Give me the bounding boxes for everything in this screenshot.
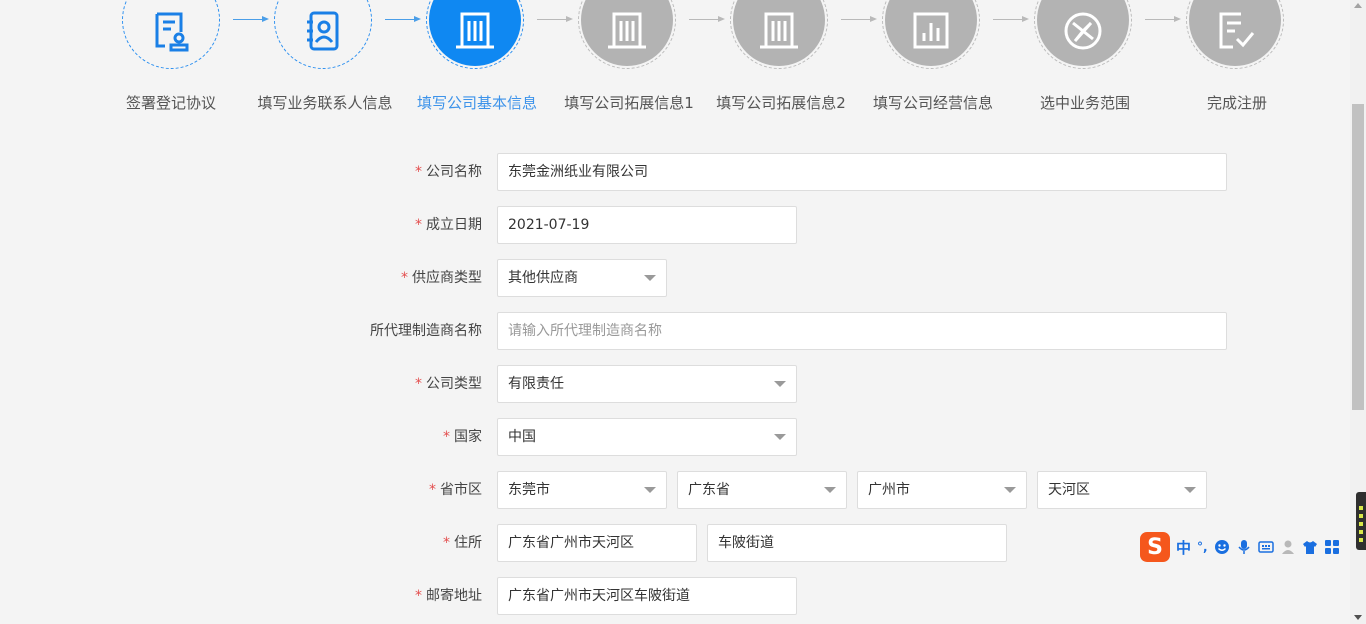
company-name-input[interactable]: 东莞金洲纸业有限公司 [497,153,1227,191]
chevron-down-icon [824,487,836,493]
country-value: 中国 [508,429,536,445]
building-icon [760,12,798,49]
step-4-label: 填写公司拓展信息1 [564,94,694,112]
step-1-label: 签署登记协议 [125,94,216,112]
supplier-type-label: * 供应商类型 [401,270,482,286]
compass-icon [1064,12,1102,50]
chevron-down-icon [644,487,656,493]
step-arrow-icon [233,16,269,22]
step-8-label: 完成注册 [1206,94,1267,112]
user-icon[interactable] [1280,539,1296,555]
building-icon [456,12,494,49]
registration-stepper: 签署登记协议 填写业务联系人信息 填写公司基本信息 填写公司拓展信息1 填写公司… [0,0,1350,130]
step-arrow-icon [1145,16,1181,22]
region-province-value: 广东省 [688,482,730,498]
step-5-circle[interactable] [730,0,828,69]
microphone-icon[interactable] [1236,539,1252,555]
step-arrow-icon [537,16,573,22]
region-label: * 省市区 [429,482,482,498]
step-6-label: 填写公司经营信息 [872,94,993,112]
region-district-value: 天河区 [1048,482,1090,498]
region-province-select[interactable]: 广东省 [677,471,847,509]
step-arrow-icon [689,16,725,22]
step-arrow-icon [841,16,877,22]
step-7-label: 选中业务范围 [1039,94,1130,112]
step-arrow-icon [385,16,421,22]
chevron-down-icon [774,434,786,440]
company-name-label: * 公司名称 [415,164,482,180]
agent-manufacturer-input[interactable]: 请输入所代理制造商名称 [497,312,1227,350]
chevron-down-icon [1004,487,1016,493]
skin-shirt-icon[interactable] [1302,539,1318,555]
sogou-logo-icon[interactable]: S [1140,532,1170,562]
supplier-type-value: 其他供应商 [508,270,578,286]
step-2-label: 填写业务联系人信息 [257,94,393,112]
country-label: * 国家 [443,429,482,445]
toolbox-grid-icon[interactable] [1324,539,1340,555]
bar-chart-icon [913,12,949,49]
step-arrow-icon [993,16,1029,22]
chevron-down-icon [1184,487,1196,493]
chevron-down-icon [644,275,656,281]
supplier-type-select[interactable]: 其他供应商 [497,259,667,297]
region-prefecture-value: 广州市 [868,482,910,498]
residence-street-input[interactable]: 车陂街道 [707,524,1007,562]
ime-mode-toggle[interactable]: 中 [1176,537,1191,558]
founded-date-input[interactable]: 2021-07-19 [497,206,797,244]
step-1-circle[interactable] [122,0,220,69]
contact-book-icon [307,11,339,51]
check-document-icon [1219,12,1255,49]
region-district-select[interactable]: 天河区 [1037,471,1207,509]
region-city-value: 东莞市 [508,482,550,498]
mailing-address-label: * 邮寄地址 [415,588,482,604]
step-7-circle[interactable] [1034,0,1132,69]
step-2-circle[interactable] [274,0,372,69]
company-type-value: 有限责任 [508,376,564,392]
residence-label: * 住所 [443,535,482,551]
mailing-address-input[interactable]: 广东省广州市天河区车陂街道 [497,577,797,615]
emoji-icon[interactable] [1214,539,1230,555]
step-3-label: 填写公司基本信息 [416,94,537,112]
step-5-label: 填写公司拓展信息2 [716,94,846,112]
keyboard-icon[interactable] [1257,539,1274,555]
step-3-circle[interactable] [426,0,524,69]
step-4-circle[interactable] [578,0,676,69]
ime-toolbar: S 中 °, [1140,532,1366,562]
founded-date-label: * 成立日期 [415,217,482,233]
company-type-label: * 公司类型 [415,376,482,392]
step-6-circle[interactable] [882,0,980,69]
agent-manufacturer-label: 所代理制造商名称 [370,323,482,339]
company-type-select[interactable]: 有限责任 [497,365,797,403]
chevron-down-icon [774,381,786,387]
scroll-up-icon[interactable] [1354,3,1362,8]
residence-area-input[interactable]: 广东省广州市天河区 [497,524,697,562]
contract-stamp-icon [155,12,189,52]
country-select[interactable]: 中国 [497,418,797,456]
step-8-circle[interactable] [1186,0,1284,69]
region-city-select[interactable]: 东莞市 [497,471,667,509]
scroll-down-icon[interactable] [1354,615,1362,620]
ime-punctuation-toggle[interactable]: °, [1197,540,1208,554]
region-prefecture-select[interactable]: 广州市 [857,471,1027,509]
scrollbar-thumb[interactable] [1352,104,1364,410]
building-icon [608,12,646,49]
